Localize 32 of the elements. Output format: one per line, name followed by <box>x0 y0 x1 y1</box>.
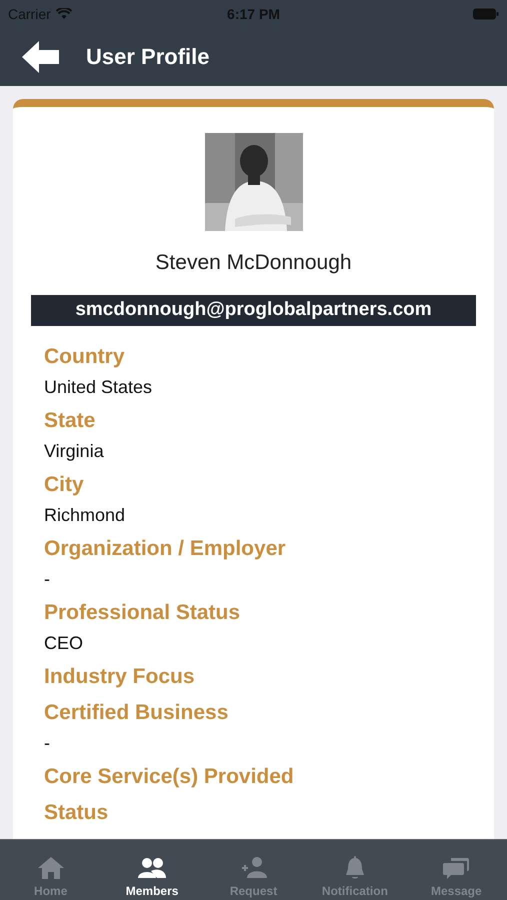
wifi-icon <box>56 8 72 20</box>
field-value: United States <box>44 376 154 398</box>
field-label: Certified Business <box>44 700 230 726</box>
tab-item[interactable]: Members <box>101 840 203 900</box>
field-value: CEO <box>44 632 84 654</box>
field-value: - <box>44 732 51 754</box>
field-label: Organization / Employer <box>44 536 287 562</box>
page-title: User Profile <box>86 44 210 70</box>
tab-item[interactable]: Home <box>0 840 102 900</box>
user-name: Steven McDonnough <box>155 251 352 275</box>
field-label: Industry Focus <box>44 664 196 690</box>
home-icon <box>36 855 66 881</box>
tab-item[interactable]: Request <box>202 840 304 900</box>
field-label: Core Service(s) Provided <box>44 764 295 790</box>
people-icon <box>137 855 168 881</box>
back-button[interactable] <box>22 41 60 73</box>
tab-item[interactable]: Message <box>406 840 507 900</box>
field-value: Virginia <box>44 440 105 462</box>
field-label: State <box>44 408 96 434</box>
field-label: Country <box>44 344 126 370</box>
tab-item[interactable]: Notification <box>304 840 406 900</box>
field-value: - <box>44 568 51 590</box>
user-email: smcdonnough@proglobalpartners.com <box>31 295 476 326</box>
clock-time: 6:17 PM <box>227 6 280 22</box>
field-label: City <box>44 472 85 498</box>
field-value: Richmond <box>44 504 126 526</box>
carrier-label: Carrier <box>8 6 51 22</box>
field-label: Status <box>44 800 110 826</box>
chat-icon <box>441 855 472 881</box>
back-arrow-icon <box>22 41 60 73</box>
field-label: Professional Status <box>44 600 242 626</box>
battery-icon <box>473 8 499 20</box>
